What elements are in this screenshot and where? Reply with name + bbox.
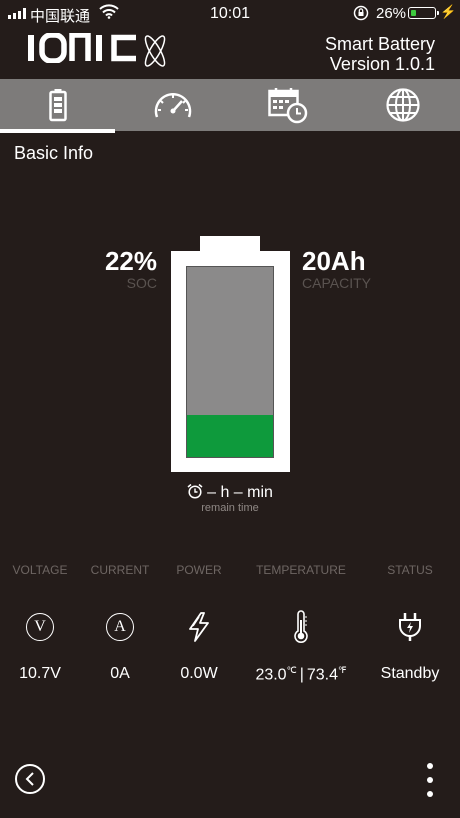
- more-dot: [427, 777, 433, 783]
- battery-icon: [408, 7, 439, 19]
- temperature-fahrenheit: 73.4: [306, 666, 338, 684]
- voltmeter-icon: V: [26, 613, 54, 641]
- battery-level-fill: [187, 415, 273, 457]
- tab-indicator: [0, 129, 115, 133]
- metric-power: POWER 0.0W: [153, 563, 245, 683]
- capacity-label: CAPACITY: [302, 275, 371, 291]
- back-button[interactable]: [15, 764, 45, 794]
- temperature-label: TEMPERATURE: [256, 563, 346, 577]
- remain-time-value: – h – min: [207, 484, 273, 501]
- temperature-separator: |: [299, 666, 304, 684]
- power-value: 0.0W: [180, 665, 218, 682]
- tab-bar: [0, 79, 460, 131]
- tab-network[interactable]: [345, 79, 460, 131]
- temperature-value: 23.0℃ | 73.4℉: [243, 665, 359, 684]
- metric-status: STATUS Standby: [364, 563, 456, 683]
- more-dot: [427, 763, 433, 769]
- charging-icon: ⚡: [440, 4, 457, 19]
- section-title: Basic Info: [14, 143, 94, 163]
- app-version: Version 1.0.1: [329, 54, 435, 74]
- tab-dashboard[interactable]: [115, 79, 230, 131]
- soc-label: SOC: [126, 275, 157, 291]
- globe-icon: [385, 88, 420, 122]
- ammeter-icon: A: [106, 613, 134, 641]
- rotation-lock-icon: [353, 5, 369, 25]
- battery-gauge-terminal: [200, 236, 260, 252]
- battery-percent: 26%: [376, 5, 407, 22]
- remain-time-label: remain time: [201, 502, 259, 514]
- temperature-celsius: 23.0: [255, 666, 287, 684]
- alarm-clock-icon: [187, 483, 203, 499]
- status-bar: 中国联通 10:01 26% ⚡: [0, 0, 460, 26]
- more-options-button[interactable]: [425, 763, 435, 797]
- tab-schedule[interactable]: [230, 79, 345, 131]
- tab-battery[interactable]: [0, 79, 115, 131]
- chevron-left-icon: [25, 772, 34, 786]
- plug-icon: [399, 613, 421, 641]
- logo-atom-icon: [140, 34, 170, 73]
- status-label: STATUS: [387, 563, 433, 577]
- remain-time: – h – min: [0, 483, 460, 502]
- battery-gauge-inner: [186, 266, 274, 458]
- metric-temperature: TEMPERATURE 23.0℃ | 73.4℉: [243, 563, 359, 684]
- soc-value: 22%: [104, 246, 157, 276]
- celsius-unit: ℃: [286, 665, 297, 675]
- app-logo: [28, 32, 140, 72]
- app-title: Smart Battery: [324, 34, 435, 54]
- thermometer-icon: [294, 610, 308, 643]
- app-title-block: Smart Battery Version 1.0.1: [325, 34, 435, 74]
- status-value: Standby: [380, 665, 440, 682]
- power-label: POWER: [176, 563, 222, 577]
- battery-icon: [48, 89, 67, 122]
- speedometer-icon: [154, 93, 191, 118]
- fahrenheit-unit: ℉: [337, 665, 347, 675]
- calendar-clock-icon: [267, 88, 307, 124]
- more-dot: [427, 791, 433, 797]
- lightning-icon: [189, 612, 209, 642]
- capacity-value: 20Ah: [302, 246, 366, 276]
